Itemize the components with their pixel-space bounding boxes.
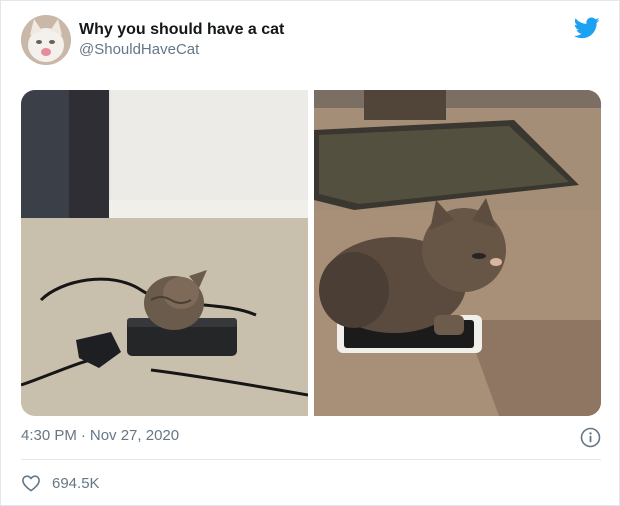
kitten-lying-on-smartphone [314, 90, 601, 416]
like-count: 694.5K [52, 474, 100, 492]
tweet-time: 4:30 PM [21, 427, 77, 444]
photo-kitten-on-charger[interactable] [21, 90, 308, 416]
tweet-date: Nov 27, 2020 [89, 427, 180, 444]
kitten-avatar-image [21, 15, 71, 65]
author-display-name[interactable]: Why you should have a cat [79, 21, 284, 39]
kitten-sleeping-on-laptop-charger [21, 90, 308, 416]
divider [21, 459, 601, 460]
heart-icon[interactable] [21, 473, 41, 493]
tweet-card: Why you should have a cat @ShouldHaveCat [0, 0, 620, 506]
info-icon[interactable] [580, 427, 601, 448]
twitter-bird-icon[interactable] [573, 15, 601, 41]
tweet-timestamp[interactable]: 4:30 PM · Nov 27, 2020 [21, 427, 179, 444]
photo-kitten-on-phone[interactable] [314, 90, 601, 416]
timestamp-separator: · [80, 427, 86, 444]
avatar[interactable] [21, 15, 71, 65]
like-action[interactable]: 694.5K [21, 473, 100, 493]
author-handle[interactable]: @ShouldHaveCat [79, 41, 199, 58]
